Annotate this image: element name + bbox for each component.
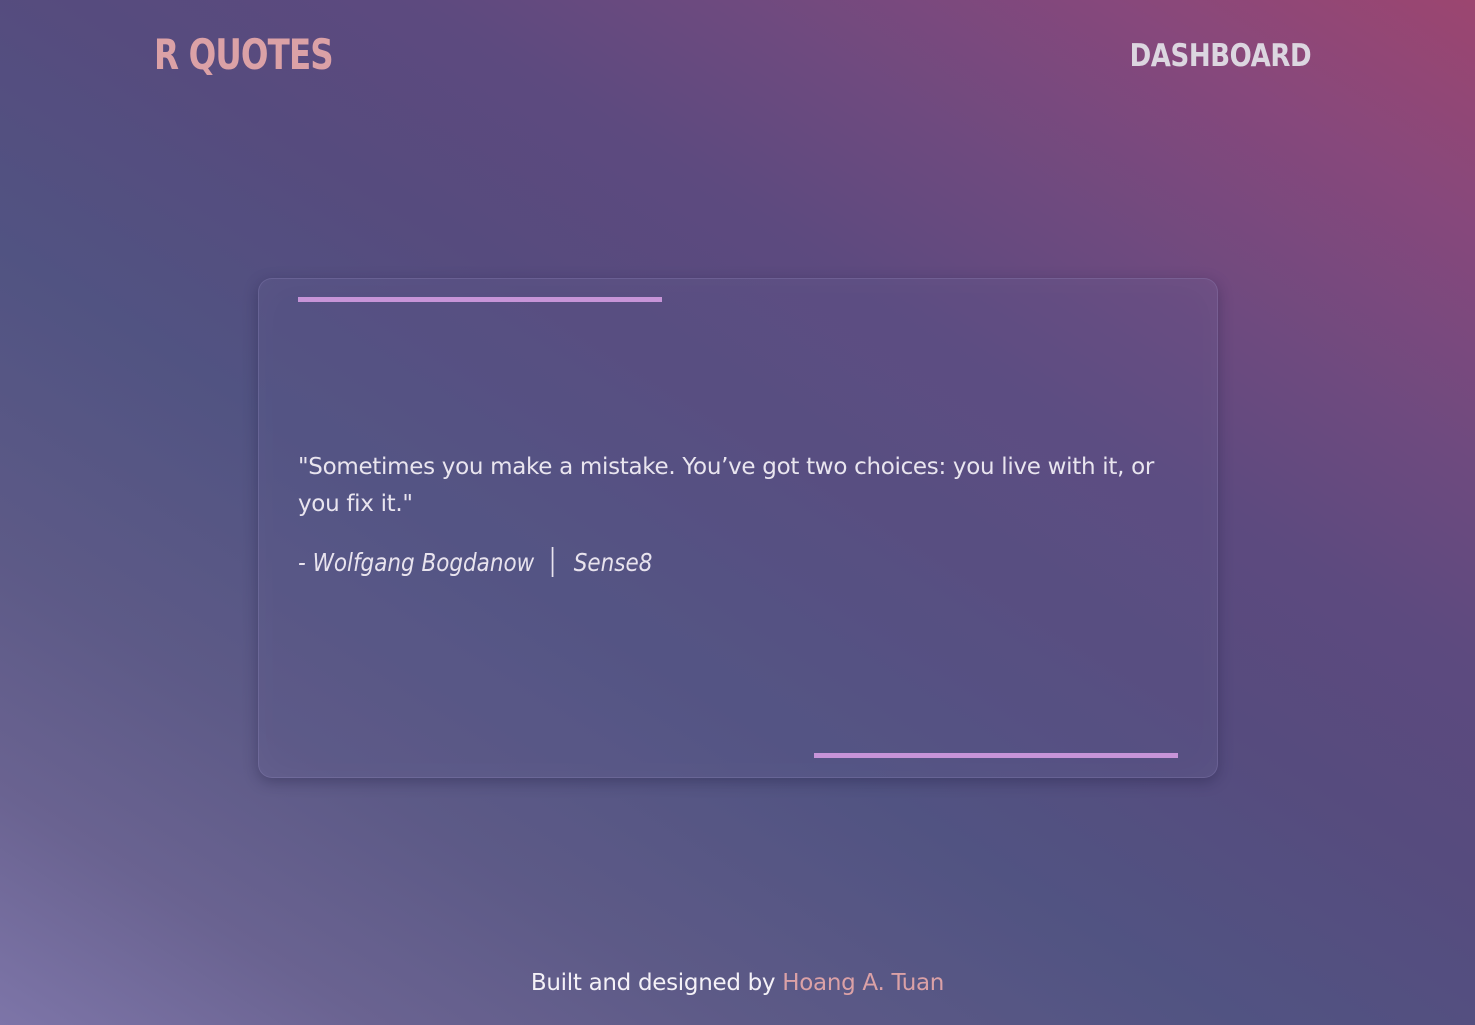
- quote-text: "Sometimes you make a mistake. You’ve go…: [298, 454, 1155, 517]
- card-accent-line-top: [298, 297, 662, 302]
- nav-dashboard-link[interactable]: DASHBOARD: [1129, 38, 1311, 74]
- quote-attribution: - Wolfgang Bogdanow Sense8: [298, 547, 652, 577]
- footer-credit-text: Built and designed by: [530, 970, 776, 996]
- attribution-divider: [551, 547, 554, 577]
- quote-source: Sense8: [573, 547, 653, 577]
- site-footer: Built and designed by Hoang A. Tuan: [0, 970, 1475, 996]
- quote-card: "Sometimes you make a mistake. You’ve go…: [258, 278, 1218, 778]
- footer-author-link[interactable]: Hoang A. Tuan: [782, 970, 944, 996]
- site-header: R QUOTES DASHBOARD: [0, 0, 1475, 110]
- quote-author: - Wolfgang Bogdanow: [298, 547, 535, 577]
- card-accent-line-bottom: [814, 753, 1178, 758]
- site-logo[interactable]: R QUOTES: [154, 30, 334, 79]
